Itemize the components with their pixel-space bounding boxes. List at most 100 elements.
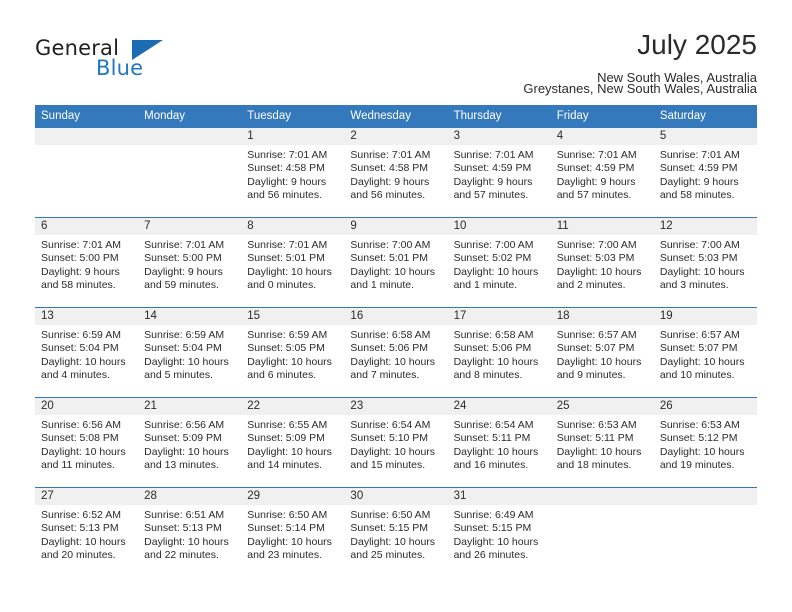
daylight-duration-line1: Daylight: 10 hours	[41, 535, 126, 548]
day-number: 27	[35, 488, 139, 505]
calendar-day-cell[interactable]: 15 Sunrise: 6:59 AM Sunset: 5:05 PM Dayligh…	[241, 307, 345, 398]
calendar-day-cell[interactable]: 22 Sunrise: 6:55 AM Sunset: 5:09 PM Dayligh…	[241, 397, 345, 488]
sunset-time: Sunset: 5:03 PM	[659, 252, 738, 265]
day-details: Sunrise: 7:01 AM Sunset: 4:59 PM Daylight:…	[551, 145, 654, 203]
day-details: Sunrise: 6:58 AM Sunset: 5:06 PM Daylight:…	[344, 325, 447, 383]
weekday-header-tuesday: Tuesday	[241, 105, 345, 128]
day-details: Sunrise: 7:01 AM Sunset: 5:00 PM Daylight:…	[35, 235, 138, 293]
calendar-day-cell[interactable]: 25 Sunrise: 6:53 AM Sunset: 5:11 PM Dayligh…	[550, 397, 654, 488]
sunset-time: Sunset: 5:00 PM	[144, 252, 222, 265]
sunset-time: Sunset: 5:07 PM	[659, 342, 738, 355]
calendar-day-cell[interactable]: 16 Sunrise: 6:58 AM Sunset: 5:06 PM Dayligh…	[344, 307, 448, 398]
calendar-day-cell[interactable]: 10 Sunrise: 7:00 AM Sunset: 5:02 PM Dayligh…	[447, 217, 551, 308]
sunrise-time: Sunrise: 6:58 AM	[453, 329, 534, 341]
daylight-duration-line1: Daylight: 9 hours	[556, 175, 636, 188]
weekday-header-sunday: Sunday	[35, 105, 139, 128]
day-number: 15	[241, 308, 345, 325]
calendar-week-row: 1 Sunrise: 7:01 AM Sunset: 4:58 PM Daylight…	[35, 127, 757, 218]
calendar-day-cell[interactable]: 19 Sunrise: 6:57 AM Sunset: 5:07 PM Dayligh…	[653, 307, 757, 398]
calendar-day-cell[interactable]: 29 Sunrise: 6:50 AM Sunset: 5:14 PM Dayligh…	[241, 487, 345, 577]
sunrise-time: Sunrise: 7:01 AM	[144, 239, 225, 251]
day-details: Sunrise: 7:01 AM Sunset: 5:00 PM Daylight:…	[138, 235, 241, 293]
daylight-duration-line1: Daylight: 10 hours	[144, 535, 229, 548]
calendar-day-cell[interactable]: 31 Sunrise: 6:49 AM Sunset: 5:15 PM Dayligh…	[447, 487, 551, 577]
day-details: Sunrise: 7:01 AM Sunset: 4:58 PM Daylight:…	[241, 145, 344, 203]
calendar-week-row: 13 Sunrise: 6:59 AM Sunset: 5:04 PM Dayligh…	[35, 307, 757, 398]
calendar-day-cell[interactable]: 13 Sunrise: 6:59 AM Sunset: 5:04 PM Dayligh…	[35, 307, 139, 398]
location-subtitle: Greystanes, New South Wales, Australia	[523, 81, 757, 96]
day-number: 2	[344, 128, 448, 145]
sunset-time: Sunset: 5:13 PM	[41, 522, 119, 535]
calendar-day-cell[interactable]: 9 Sunrise: 7:00 AM Sunset: 5:01 PM Daylight…	[344, 217, 448, 308]
sunrise-time: Sunrise: 6:59 AM	[144, 329, 225, 341]
daylight-duration-line2: and 57 minutes.	[556, 189, 632, 202]
calendar-day-cell[interactable]: 17 Sunrise: 6:58 AM Sunset: 5:06 PM Dayligh…	[447, 307, 551, 398]
calendar-day-cell[interactable]: 4 Sunrise: 7:01 AM Sunset: 4:59 PM Daylight…	[550, 127, 654, 218]
calendar-day-cell[interactable]: 30 Sunrise: 6:50 AM Sunset: 5:15 PM Dayligh…	[344, 487, 448, 577]
sunrise-time: Sunrise: 7:01 AM	[556, 149, 637, 161]
day-details: Sunrise: 6:57 AM Sunset: 5:07 PM Daylight:…	[654, 325, 757, 383]
sunset-time: Sunset: 4:58 PM	[247, 162, 325, 175]
daylight-duration-line1: Daylight: 10 hours	[556, 265, 642, 278]
sunrise-time: Sunrise: 6:52 AM	[41, 509, 121, 521]
daylight-duration-line1: Daylight: 9 hours	[41, 265, 120, 278]
sunrise-time: Sunrise: 6:56 AM	[41, 419, 121, 431]
daylight-duration-line2: and 56 minutes.	[247, 189, 322, 202]
calendar-day-cell[interactable]: 1 Sunrise: 7:01 AM Sunset: 4:58 PM Daylight…	[241, 127, 345, 218]
daylight-duration-line1: Daylight: 10 hours	[556, 445, 642, 458]
calendar-day-cell[interactable]: 8 Sunrise: 7:01 AM Sunset: 5:01 PM Daylight…	[241, 217, 345, 308]
calendar-day-cell[interactable]: 18 Sunrise: 6:57 AM Sunset: 5:07 PM Dayligh…	[550, 307, 654, 398]
daylight-duration-line1: Daylight: 10 hours	[247, 265, 332, 278]
daylight-duration-line1: Daylight: 10 hours	[453, 445, 539, 458]
calendar-day-cell[interactable]: 6 Sunrise: 7:01 AM Sunset: 5:00 PM Daylight…	[35, 217, 139, 308]
day-number: 30	[344, 488, 448, 505]
day-number: 18	[550, 308, 654, 325]
day-number	[550, 488, 654, 505]
calendar-day-cell[interactable]: 2 Sunrise: 7:01 AM Sunset: 4:58 PM Daylight…	[344, 127, 448, 218]
daylight-duration-line2: and 0 minutes.	[247, 279, 317, 292]
calendar-day-cell[interactable]: 3 Sunrise: 7:01 AM Sunset: 4:59 PM Daylight…	[447, 127, 551, 218]
daylight-duration-line1: Daylight: 10 hours	[41, 355, 126, 368]
day-details: Sunrise: 6:56 AM Sunset: 5:09 PM Daylight:…	[138, 415, 241, 473]
calendar-day-cell[interactable]: 24 Sunrise: 6:54 AM Sunset: 5:11 PM Dayligh…	[447, 397, 551, 488]
calendar-day-cell[interactable]: 28 Sunrise: 6:51 AM Sunset: 5:13 PM Dayligh…	[138, 487, 242, 577]
day-details: Sunrise: 7:00 AM Sunset: 5:02 PM Daylight:…	[448, 235, 551, 293]
daylight-duration-line1: Daylight: 10 hours	[659, 355, 745, 368]
calendar-day-cell[interactable]: 26 Sunrise: 6:53 AM Sunset: 5:12 PM Dayligh…	[653, 397, 757, 488]
calendar-day-cell[interactable]: 21 Sunrise: 6:56 AM Sunset: 5:09 PM Dayligh…	[138, 397, 242, 488]
sunrise-time: Sunrise: 6:53 AM	[556, 419, 637, 431]
daylight-duration-line2: and 22 minutes.	[144, 549, 219, 562]
sunrise-time: Sunrise: 7:00 AM	[659, 239, 740, 251]
calendar-day-cell[interactable]: 27 Sunrise: 6:52 AM Sunset: 5:13 PM Dayligh…	[35, 487, 139, 577]
day-details: Sunrise: 6:49 AM Sunset: 5:15 PM Daylight:…	[448, 505, 551, 563]
daylight-duration-line1: Daylight: 9 hours	[659, 175, 739, 188]
day-number: 19	[653, 308, 757, 325]
calendar-day-cell-empty	[35, 127, 139, 218]
sunrise-time: Sunrise: 6:57 AM	[659, 329, 740, 341]
daylight-duration-line1: Daylight: 10 hours	[556, 355, 642, 368]
sunrise-time: Sunrise: 6:54 AM	[350, 419, 431, 431]
day-number: 28	[138, 488, 242, 505]
calendar-week-row: 27 Sunrise: 6:52 AM Sunset: 5:13 PM Dayligh…	[35, 487, 757, 577]
daylight-duration-line2: and 15 minutes.	[350, 459, 426, 472]
sunrise-time: Sunrise: 6:55 AM	[247, 419, 328, 431]
day-details: Sunrise: 6:57 AM Sunset: 5:07 PM Daylight:…	[551, 325, 654, 383]
calendar-day-cell[interactable]: 12 Sunrise: 7:00 AM Sunset: 5:03 PM Dayligh…	[653, 217, 757, 308]
calendar-day-cell[interactable]: 14 Sunrise: 6:59 AM Sunset: 5:04 PM Dayligh…	[138, 307, 242, 398]
daylight-duration-line1: Daylight: 10 hours	[247, 355, 332, 368]
calendar-day-cell[interactable]: 11 Sunrise: 7:00 AM Sunset: 5:03 PM Dayligh…	[550, 217, 654, 308]
sunset-time: Sunset: 5:11 PM	[453, 432, 531, 445]
calendar-day-cell[interactable]: 5 Sunrise: 7:01 AM Sunset: 4:59 PM Daylight…	[653, 127, 757, 218]
daylight-duration-line2: and 6 minutes.	[247, 369, 317, 382]
calendar-day-cell-empty	[653, 487, 757, 577]
sunrise-time: Sunrise: 7:01 AM	[247, 149, 328, 161]
calendar-day-cell[interactable]: 7 Sunrise: 7:01 AM Sunset: 5:00 PM Daylight…	[138, 217, 242, 308]
day-number: 10	[447, 218, 551, 235]
daylight-duration-line2: and 1 minute.	[350, 279, 415, 292]
daylight-duration-line1: Daylight: 9 hours	[350, 175, 430, 188]
calendar-day-cell[interactable]: 20 Sunrise: 6:56 AM Sunset: 5:08 PM Dayligh…	[35, 397, 139, 488]
daylight-duration-line1: Daylight: 10 hours	[144, 355, 229, 368]
daylight-duration-line1: Daylight: 9 hours	[247, 175, 327, 188]
calendar-day-cell[interactable]: 23 Sunrise: 6:54 AM Sunset: 5:10 PM Dayligh…	[344, 397, 448, 488]
day-details: Sunrise: 6:55 AM Sunset: 5:09 PM Daylight:…	[241, 415, 344, 473]
